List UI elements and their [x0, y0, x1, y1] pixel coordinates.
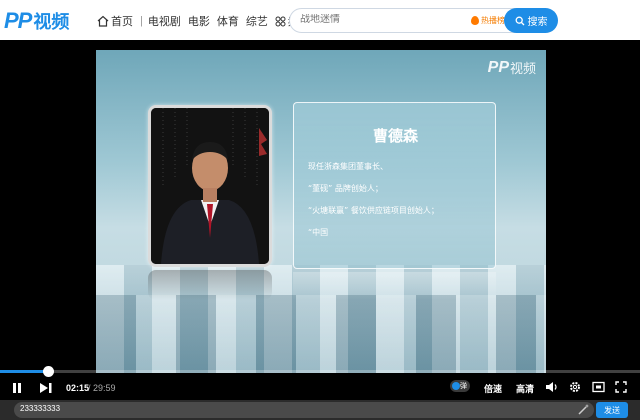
fire-icon [471, 16, 479, 25]
current-time: 02:15 [66, 383, 90, 393]
progress-fill [0, 370, 48, 373]
speaker-line-3: “火塘联赢” 餐饮供应链项目创始人； [308, 206, 439, 215]
nav-item-sports[interactable]: 体育 [217, 13, 239, 29]
speaker-name: 曹德森 [372, 127, 418, 145]
search-button[interactable]: 搜索 [504, 8, 558, 33]
watermark-text: 视频 [509, 62, 536, 77]
speaker-line-2: “董砚” 品牌创始人； [308, 184, 383, 193]
pause-icon[interactable] [11, 382, 23, 394]
nav-item-variety[interactable]: 综艺 [246, 13, 268, 29]
total-time: / 29:59 [88, 383, 116, 393]
speaker-line-1: 现任浙森集团董事长、 [308, 162, 388, 171]
web-fullscreen-icon[interactable] [592, 381, 605, 393]
magic-wand-icon[interactable] [578, 403, 590, 415]
studio-floor-tiles [96, 295, 546, 373]
nav-home[interactable]: 首页 [111, 13, 133, 29]
logo-text: 视频 [33, 12, 70, 33]
info-card-reflection [293, 272, 496, 300]
search-button-label: 搜索 [527, 17, 548, 28]
progress-bar[interactable] [0, 366, 640, 377]
settings-gear-icon[interactable] [569, 381, 581, 393]
home-icon [97, 15, 109, 27]
nav-item-tv[interactable]: 电视剧 [148, 13, 181, 29]
danmu-toggle-label: 弹 [460, 383, 467, 390]
hot-list-link[interactable]: 热播榜 [471, 15, 505, 26]
quality-button[interactable]: 高清 [516, 382, 534, 395]
search-box: 热播榜 搜索 [289, 8, 558, 33]
danmu-toggle-knob [452, 382, 460, 390]
nav-item-movie[interactable]: 电影 [188, 13, 210, 29]
speaker-portrait [151, 108, 269, 264]
top-bar: PP 视频 首页 | 电视剧 电影 体育 综艺 频道 热播榜 [0, 0, 640, 40]
danmu-toggle[interactable]: 弹 [450, 380, 470, 392]
speed-button[interactable]: 倍速 [484, 382, 502, 395]
channels-grid-icon [275, 16, 286, 26]
speaker-line-4: “中国 [308, 228, 329, 237]
video-watermark: PP 视频 [487, 58, 536, 78]
danmu-bar: 发送 [0, 400, 640, 420]
logo-mark: PP [4, 8, 32, 33]
control-bar: 02:15 / 29:59 弹 倍速 高清 [0, 375, 640, 400]
danmu-input-wrapper [14, 402, 594, 418]
main-nav: 首页 | 电视剧 电影 体育 综艺 频道 [97, 13, 317, 29]
speaker-photo [148, 105, 272, 267]
send-danmu-button[interactable]: 发送 [596, 402, 628, 418]
next-episode-icon[interactable] [39, 382, 53, 394]
hot-list-label: 热播榜 [481, 16, 505, 25]
volume-icon[interactable] [545, 381, 559, 393]
speaker-info-card: 曹德森 现任浙森集团董事长、 “董砚” 品牌创始人； “火塘联赢” 餐饮供应链项… [293, 102, 496, 269]
watermark-mark: PP [487, 58, 509, 76]
video-frame[interactable]: PP 视频 曹德森 现任浙森集团董事长、 “董砚” 品牌创始人； “火塘联赢” … [96, 50, 546, 373]
nav-divider: | [140, 15, 143, 27]
search-icon [515, 16, 524, 25]
site-logo[interactable]: PP 视频 [4, 8, 69, 34]
fullscreen-icon[interactable] [615, 381, 627, 393]
photo-reflection [148, 270, 272, 300]
danmu-input[interactable] [20, 404, 420, 413]
video-player[interactable]: PP 视频 曹德森 现任浙森集团董事长、 “董砚” 品牌创始人； “火塘联赢” … [0, 40, 640, 400]
search-input[interactable] [300, 14, 450, 25]
